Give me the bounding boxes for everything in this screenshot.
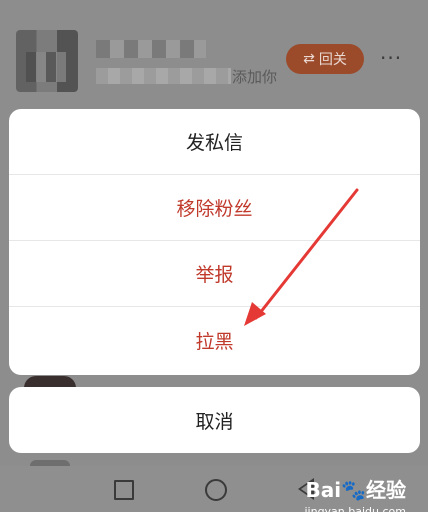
report-option[interactable]: 举报 (9, 241, 420, 307)
block-option[interactable]: 拉黑 (9, 307, 420, 373)
pixelated-subtitle (96, 68, 231, 84)
pixelated-username (96, 40, 206, 58)
remove-follower-option[interactable]: 移除粉丝 (9, 175, 420, 241)
user-row: 添加你 ⇄ 回关 ··· (0, 20, 428, 100)
cancel-label: 取消 (195, 410, 234, 433)
send-message-option[interactable]: 发私信 (9, 109, 420, 175)
more-icon[interactable]: ··· (380, 46, 402, 70)
watermark-url: jingyan.baidu.com (304, 505, 406, 518)
home-icon[interactable] (205, 479, 227, 501)
recents-icon[interactable] (114, 480, 134, 500)
swap-icon: ⇄ (303, 51, 315, 67)
watermark-logo: Bai🐾经验 (305, 478, 407, 502)
block-label: 拉黑 (195, 330, 234, 353)
follow-back-label: 回关 (318, 52, 347, 68)
follow-back-button[interactable]: ⇄ 回关 (286, 44, 364, 74)
added-you-text: 添加你 (232, 68, 278, 86)
send-message-label: 发私信 (185, 132, 243, 154)
action-sheet: 发私信 移除粉丝 举报 拉黑 (9, 109, 420, 375)
report-label: 举报 (195, 264, 234, 286)
cancel-button[interactable]: 取消 (9, 387, 420, 453)
pixelated-avatar (16, 30, 78, 92)
remove-follower-label: 移除粉丝 (176, 198, 253, 220)
baidu-jingyan-watermark: Bai🐾经验 jingyan.baidu.com (304, 474, 406, 518)
